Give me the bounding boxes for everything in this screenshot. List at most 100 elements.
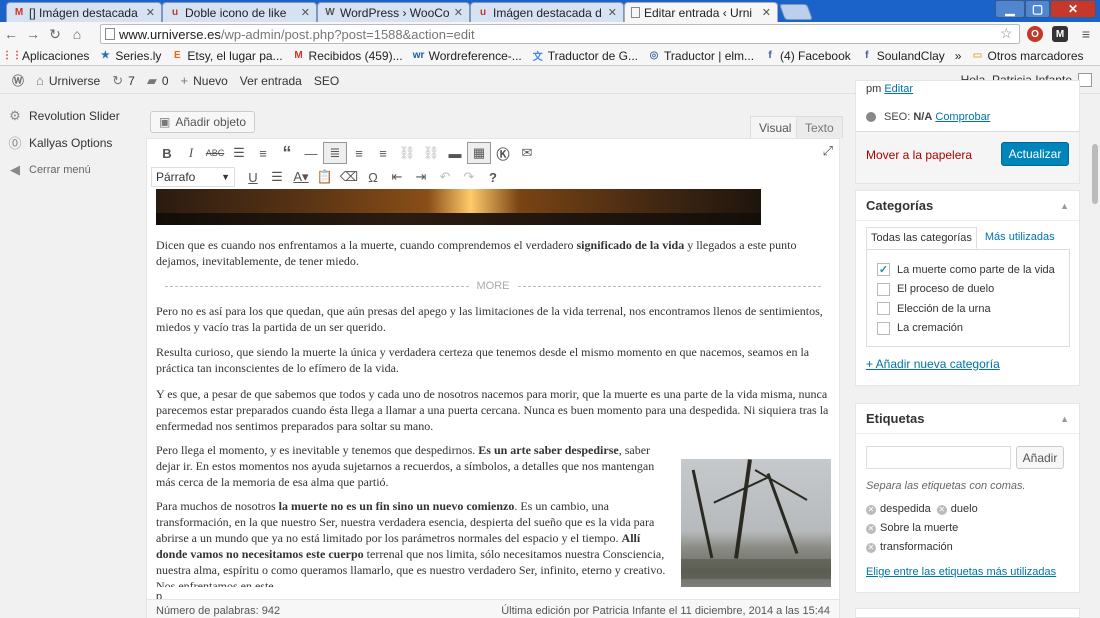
bullet-list-icon[interactable]: ☰ bbox=[227, 142, 251, 164]
toolbar-toggle-icon[interactable]: ▦ bbox=[467, 142, 491, 164]
edit-date-link[interactable]: Editar bbox=[884, 83, 913, 95]
maximize-button[interactable]: ▢ bbox=[1025, 0, 1050, 18]
checkbox[interactable] bbox=[877, 321, 890, 335]
fullscreen-icon[interactable]: ⤢ bbox=[823, 143, 833, 159]
category-item[interactable]: El proceso de duelo bbox=[867, 280, 1069, 300]
undo-icon[interactable]: ↶ bbox=[433, 166, 457, 188]
outdent-icon[interactable]: ⇤ bbox=[385, 166, 409, 188]
bookmark-star-icon[interactable]: ☆ bbox=[1000, 25, 1013, 42]
category-item[interactable]: Elección de la urna bbox=[867, 299, 1069, 319]
other-bookmarks-folder[interactable]: ▭ Otros marcadores bbox=[971, 49, 1084, 63]
browser-tab[interactable]: W WordPress › WooCo ✕ bbox=[317, 2, 470, 22]
blockquote-icon[interactable]: “ bbox=[275, 142, 299, 164]
close-tab-icon[interactable]: ✕ bbox=[762, 6, 771, 19]
remove-tag-icon[interactable]: ✕ bbox=[866, 523, 876, 534]
bookmark-item[interactable]: M Recibidos (459)... bbox=[293, 49, 402, 63]
category-item[interactable]: La cremación bbox=[867, 319, 1069, 339]
email-icon[interactable]: ✉ bbox=[515, 142, 539, 164]
bookmark-item[interactable]: f (4) Facebook bbox=[764, 49, 850, 63]
remove-tag-icon[interactable]: ✕ bbox=[936, 504, 947, 515]
underline-icon[interactable]: U bbox=[241, 166, 265, 188]
bookmark-item[interactable]: 文 Traductor de G... bbox=[532, 49, 638, 64]
reload-icon[interactable]: ↻ bbox=[44, 26, 66, 43]
tab-visual[interactable]: Visual bbox=[750, 116, 801, 138]
italic-icon[interactable]: I bbox=[179, 142, 203, 164]
seo-check-link[interactable]: Comprobar bbox=[935, 111, 990, 123]
wordpress-logo-icon[interactable]: Ⓦ bbox=[12, 72, 24, 89]
seo-link[interactable]: SEO bbox=[314, 74, 339, 88]
browser-tab[interactable]: u Imágen destacada d ✕ bbox=[470, 2, 624, 22]
remove-tag-icon[interactable]: ✕ bbox=[866, 542, 876, 553]
forward-icon[interactable]: → bbox=[22, 26, 44, 42]
redo-icon[interactable]: ↷ bbox=[457, 166, 481, 188]
strikethrough-icon[interactable]: ABC bbox=[203, 142, 227, 164]
new-tab-button[interactable] bbox=[779, 4, 813, 20]
bookmark-item[interactable]: ◎ Traductor | elm... bbox=[648, 49, 754, 63]
checkbox[interactable] bbox=[877, 282, 890, 296]
menu-icon[interactable]: ≡ bbox=[1078, 26, 1094, 42]
special-character-icon[interactable]: Ω bbox=[361, 166, 385, 188]
updates-link[interactable]: ↻ 7 bbox=[112, 73, 135, 89]
clear-formatting-icon[interactable]: ⌫ bbox=[337, 166, 361, 188]
collapse-arrow-icon[interactable]: ▲ bbox=[1060, 414, 1069, 424]
unlink-icon[interactable]: ⛓ bbox=[419, 142, 443, 164]
scrollbar-thumb[interactable] bbox=[1092, 144, 1098, 204]
sidebar-item-kallyas-options[interactable]: ⓪ Kallyas Options bbox=[0, 129, 128, 156]
tag-input[interactable] bbox=[866, 446, 1011, 469]
bookmark-item[interactable]: ★ Series.ly bbox=[99, 49, 162, 63]
comments-link[interactable]: ▰ 0 bbox=[147, 73, 169, 89]
horizontal-line-icon[interactable]: — bbox=[299, 142, 323, 164]
sidebar-item-revolution-slider[interactable]: ⚙ Revolution Slider bbox=[0, 102, 128, 129]
close-window-button[interactable]: ✕ bbox=[1050, 0, 1096, 18]
back-icon[interactable]: ← bbox=[0, 26, 22, 42]
collapse-menu-button[interactable]: ◀ Cerrar menú bbox=[0, 156, 128, 183]
extension-o-icon[interactable]: O bbox=[1027, 26, 1043, 42]
remove-tag-icon[interactable]: ✕ bbox=[866, 504, 876, 515]
more-bookmarks-button[interactable]: » bbox=[955, 49, 962, 63]
bookmark-item[interactable]: ⋮⋮ Aplicaciones bbox=[2, 49, 89, 63]
close-tab-icon[interactable]: ✕ bbox=[146, 6, 155, 19]
editor-content[interactable]: Dicen que es cuando nos enfrentamos a la… bbox=[147, 189, 839, 587]
new-content-link[interactable]: + Nuevo bbox=[181, 73, 228, 88]
collapse-arrow-icon[interactable]: ▲ bbox=[1060, 201, 1069, 211]
site-name-link[interactable]: ⌂ Urniverse bbox=[36, 73, 100, 88]
tags-header[interactable]: Etiquetas ▲ bbox=[856, 404, 1079, 434]
bookmark-item[interactable]: E Etsy, el lugar pa... bbox=[171, 49, 283, 63]
numbered-list-icon[interactable]: ≡ bbox=[251, 142, 275, 164]
minimize-button[interactable]: ▁ bbox=[995, 0, 1025, 18]
close-tab-icon[interactable]: ✕ bbox=[301, 6, 310, 19]
text-color-icon[interactable]: A▾ bbox=[289, 166, 313, 188]
most-used-tags-link[interactable]: Elige entre las etiquetas más utilizadas bbox=[866, 566, 1056, 578]
browser-tab-active[interactable]: Editar entrada ‹ Urni ✕ bbox=[624, 2, 778, 22]
align-center-icon[interactable]: ≡ bbox=[347, 142, 371, 164]
close-tab-icon[interactable]: ✕ bbox=[608, 6, 617, 19]
tab-most-used[interactable]: Más utilizadas bbox=[981, 227, 1059, 249]
read-more-icon[interactable]: ▬ bbox=[443, 142, 467, 164]
bookmark-item[interactable]: f SoulandClay bbox=[861, 49, 945, 63]
close-tab-icon[interactable]: ✕ bbox=[454, 6, 463, 19]
move-to-trash-link[interactable]: Mover a la papelera bbox=[866, 148, 972, 162]
indent-icon[interactable]: ⇥ bbox=[409, 166, 433, 188]
paste-text-icon[interactable]: 📋 bbox=[313, 166, 337, 188]
tab-text[interactable]: Texto bbox=[796, 116, 843, 138]
bookmark-item[interactable]: wr Wordreference-... bbox=[413, 49, 522, 63]
view-post-link[interactable]: Ver entrada bbox=[240, 74, 302, 88]
align-right-icon[interactable]: ≡ bbox=[371, 142, 395, 164]
browser-tab[interactable]: M [] Imágen destacada ✕ bbox=[6, 2, 162, 22]
update-button[interactable]: Actualizar bbox=[1001, 142, 1069, 166]
tab-all-categories[interactable]: Todas las categorías bbox=[866, 227, 977, 249]
link-icon[interactable]: ⛓ bbox=[395, 142, 419, 164]
categories-header[interactable]: Categorías ▲ bbox=[856, 191, 1079, 221]
address-bar[interactable]: www.urniverse.es/wp-admin/post.php?post=… bbox=[100, 24, 1020, 44]
extension-m-icon[interactable]: M bbox=[1052, 26, 1068, 42]
help-icon[interactable]: ? bbox=[481, 166, 505, 188]
flooded-trees-image[interactable] bbox=[681, 459, 831, 587]
page-scrollbar[interactable] bbox=[1090, 94, 1100, 618]
bold-icon[interactable]: B bbox=[155, 142, 179, 164]
checkbox[interactable] bbox=[877, 302, 890, 316]
checkbox-checked[interactable]: ✓ bbox=[877, 263, 890, 277]
kallyas-shortcode-icon[interactable]: Ⓚ bbox=[491, 142, 515, 164]
add-media-button[interactable]: ▣ Añadir objeto bbox=[150, 111, 256, 133]
align-left-icon[interactable]: ≣ bbox=[323, 142, 347, 164]
category-item[interactable]: ✓ La muerte como parte de la vida bbox=[867, 260, 1069, 280]
